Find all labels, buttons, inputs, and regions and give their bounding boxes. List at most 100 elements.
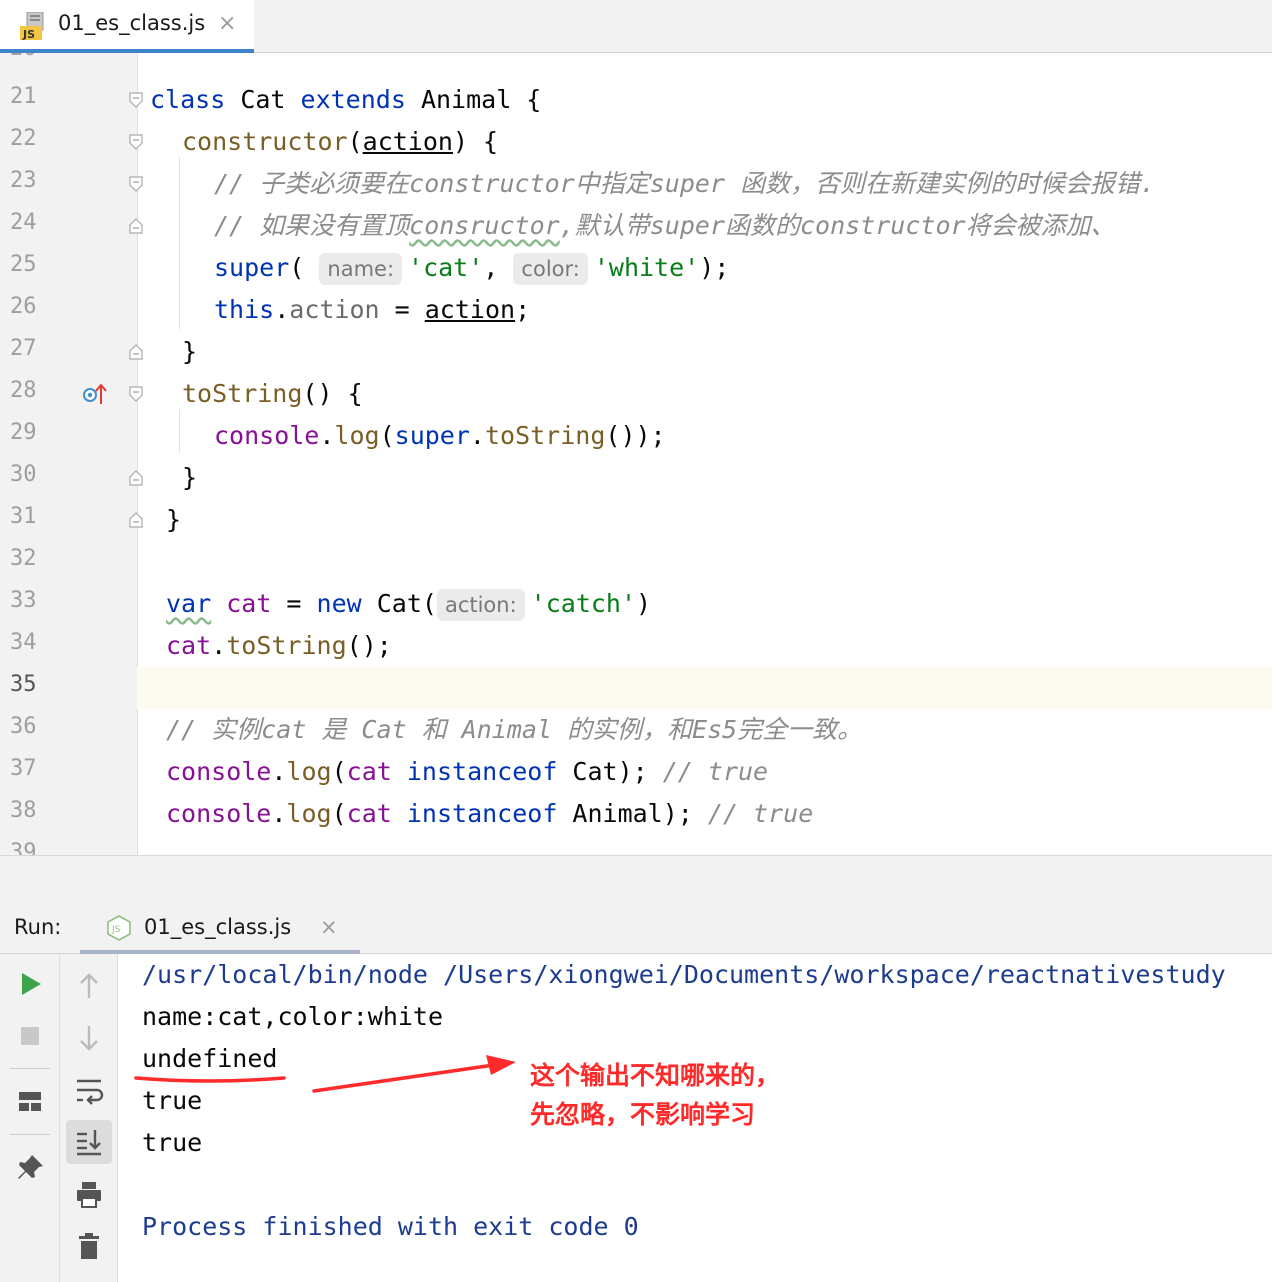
run-toolbar-primary bbox=[0, 954, 60, 1282]
rerun-icon[interactable] bbox=[10, 964, 50, 1004]
code-line: 34 cat.toString(); bbox=[0, 625, 1272, 667]
line-number: 32 bbox=[10, 546, 37, 571]
code-comment: // 子类必须要在constructor中指定super 函数，否则在新建实例的… bbox=[214, 169, 1156, 198]
run-label: Run: bbox=[14, 915, 62, 939]
code-text: toString() { bbox=[182, 379, 363, 408]
layout-icon[interactable] bbox=[10, 1082, 50, 1122]
indent-guide bbox=[179, 157, 180, 329]
code-line: 38 console.log(cat instanceof Animal); /… bbox=[0, 793, 1272, 835]
code-comment: // 实例cat 是 Cat 和 Animal 的实例，和Es5完全一致。 bbox=[166, 715, 863, 744]
code-text: var cat = new Cat(action:'catch') bbox=[166, 586, 651, 622]
scroll-down-icon[interactable] bbox=[69, 1018, 109, 1058]
panel-splitter[interactable] bbox=[0, 855, 1272, 901]
code-text: console.log(cat instanceof Cat); // true bbox=[166, 757, 769, 786]
code-text: constructor(action) { bbox=[182, 127, 499, 156]
code-text: this.action = action; bbox=[214, 295, 531, 324]
fold-close-icon[interactable] bbox=[129, 344, 143, 360]
current-line-highlight: 35 bbox=[0, 667, 1272, 709]
code-line: 28 toString() { bbox=[0, 373, 1272, 415]
fold-open-icon[interactable] bbox=[129, 92, 143, 108]
editor-tab-label: 01_es_class.js bbox=[58, 11, 206, 35]
indent-guide bbox=[179, 409, 180, 453]
run-tool-window-header: Run: JS 01_es_class.js × bbox=[0, 901, 1272, 954]
line-number: 33 bbox=[10, 588, 37, 613]
code-line: 24 // 如果没有置顶consructor,默认带super函数的constr… bbox=[0, 205, 1272, 247]
js-file-icon: JS bbox=[20, 12, 44, 41]
overrides-method-icon[interactable] bbox=[82, 383, 108, 405]
code-line: 37 console.log(cat instanceof Cat); // t… bbox=[0, 751, 1272, 793]
line-number: 36 bbox=[10, 714, 37, 739]
fold-close-icon[interactable] bbox=[129, 512, 143, 528]
code-line: 26 this.action = action; bbox=[0, 289, 1272, 331]
code-text: } bbox=[182, 463, 198, 492]
code-text: cat.toString(); bbox=[166, 631, 392, 660]
code-text: } bbox=[166, 505, 182, 534]
line-number: 37 bbox=[10, 756, 37, 781]
console-line: true bbox=[142, 1128, 203, 1157]
close-icon[interactable]: × bbox=[218, 11, 236, 36]
close-icon[interactable]: × bbox=[320, 915, 338, 939]
fold-open-icon[interactable] bbox=[129, 176, 143, 192]
line-number: 29 bbox=[10, 420, 37, 445]
toolbar-separator bbox=[10, 1068, 50, 1069]
code-text: } bbox=[182, 337, 198, 366]
line-number: 23 bbox=[10, 168, 37, 193]
code-line: 32 bbox=[0, 541, 1272, 583]
line-number: 31 bbox=[10, 504, 37, 529]
code-line: 20 bbox=[0, 53, 1272, 73]
console-output[interactable]: /usr/local/bin/node /Users/xiongwei/Docu… bbox=[118, 954, 1272, 1282]
code-text: super( name:'cat', color:'white'); bbox=[214, 250, 729, 286]
console-line: name:cat,color:white bbox=[142, 1002, 444, 1031]
scroll-to-end-icon[interactable] bbox=[69, 1122, 109, 1162]
stop-icon[interactable] bbox=[10, 1016, 50, 1056]
parameter-hint: name: bbox=[319, 253, 403, 285]
code-line: 33 var cat = new Cat(action:'catch') bbox=[0, 583, 1272, 625]
code-line: 30 } bbox=[0, 457, 1272, 499]
soft-wrap-icon[interactable] bbox=[69, 1070, 109, 1110]
editor-tab-bar: JS 01_es_class.js × bbox=[0, 0, 1272, 53]
line-number: 25 bbox=[10, 252, 37, 277]
code-editor[interactable]: 20 21 class Cat extends Animal { 22 cons… bbox=[0, 53, 1272, 855]
toolbar-separator bbox=[10, 1134, 50, 1135]
line-number: 21 bbox=[10, 84, 37, 109]
code-line: 25 super( name:'cat', color:'white'); bbox=[0, 247, 1272, 289]
trash-icon[interactable] bbox=[69, 1226, 109, 1266]
fold-open-icon[interactable] bbox=[129, 386, 143, 402]
line-number: 24 bbox=[10, 210, 37, 235]
code-line: 29 console.log(super.toString()); bbox=[0, 415, 1272, 457]
line-number: 34 bbox=[10, 630, 37, 655]
line-number: 20 bbox=[10, 53, 50, 61]
code-text: class Cat extends Animal { bbox=[150, 85, 542, 114]
code-line: 39 bbox=[0, 835, 1272, 855]
code-line: 36 // 实例cat 是 Cat 和 Animal 的实例，和Es5完全一致。 bbox=[0, 709, 1272, 751]
parameter-hint: color: bbox=[513, 253, 588, 285]
code-line: 22 constructor(action) { bbox=[0, 121, 1272, 163]
fold-close-icon[interactable] bbox=[129, 218, 143, 234]
console-line: true bbox=[142, 1086, 203, 1115]
run-tab-label: 01_es_class.js bbox=[144, 915, 292, 939]
line-number: 30 bbox=[10, 462, 37, 487]
svg-text:JS: JS bbox=[22, 28, 35, 41]
scroll-up-icon[interactable] bbox=[69, 966, 109, 1006]
console-line: undefined bbox=[142, 1044, 278, 1073]
code-line: 21 class Cat extends Animal { bbox=[0, 79, 1272, 121]
print-icon[interactable] bbox=[69, 1174, 109, 1214]
svg-text:JS: JS bbox=[111, 925, 121, 935]
run-toolbar-secondary bbox=[60, 954, 118, 1282]
code-line: 27 } bbox=[0, 331, 1272, 373]
line-number: 26 bbox=[10, 294, 37, 319]
line-number: 35 bbox=[10, 672, 37, 697]
code-text: console.log(cat instanceof Animal); // t… bbox=[166, 799, 814, 828]
pin-icon[interactable] bbox=[10, 1148, 50, 1188]
code-line: 23 // 子类必须要在constructor中指定super 函数，否则在新建… bbox=[0, 163, 1272, 205]
editor-tab-01-es-class[interactable]: JS 01_es_class.js × bbox=[0, 0, 254, 53]
run-tab-01-es-class[interactable]: JS 01_es_class.js × bbox=[80, 901, 360, 954]
line-number: 39 bbox=[10, 840, 37, 855]
line-number: 28 bbox=[10, 378, 37, 403]
fold-close-icon[interactable] bbox=[129, 470, 143, 486]
code-line: 31 } bbox=[0, 499, 1272, 541]
nodejs-icon: JS bbox=[107, 915, 131, 941]
line-number: 38 bbox=[10, 798, 37, 823]
fold-open-icon[interactable] bbox=[129, 134, 143, 150]
console-line-command[interactable]: /usr/local/bin/node /Users/xiongwei/Docu… bbox=[142, 960, 1226, 989]
